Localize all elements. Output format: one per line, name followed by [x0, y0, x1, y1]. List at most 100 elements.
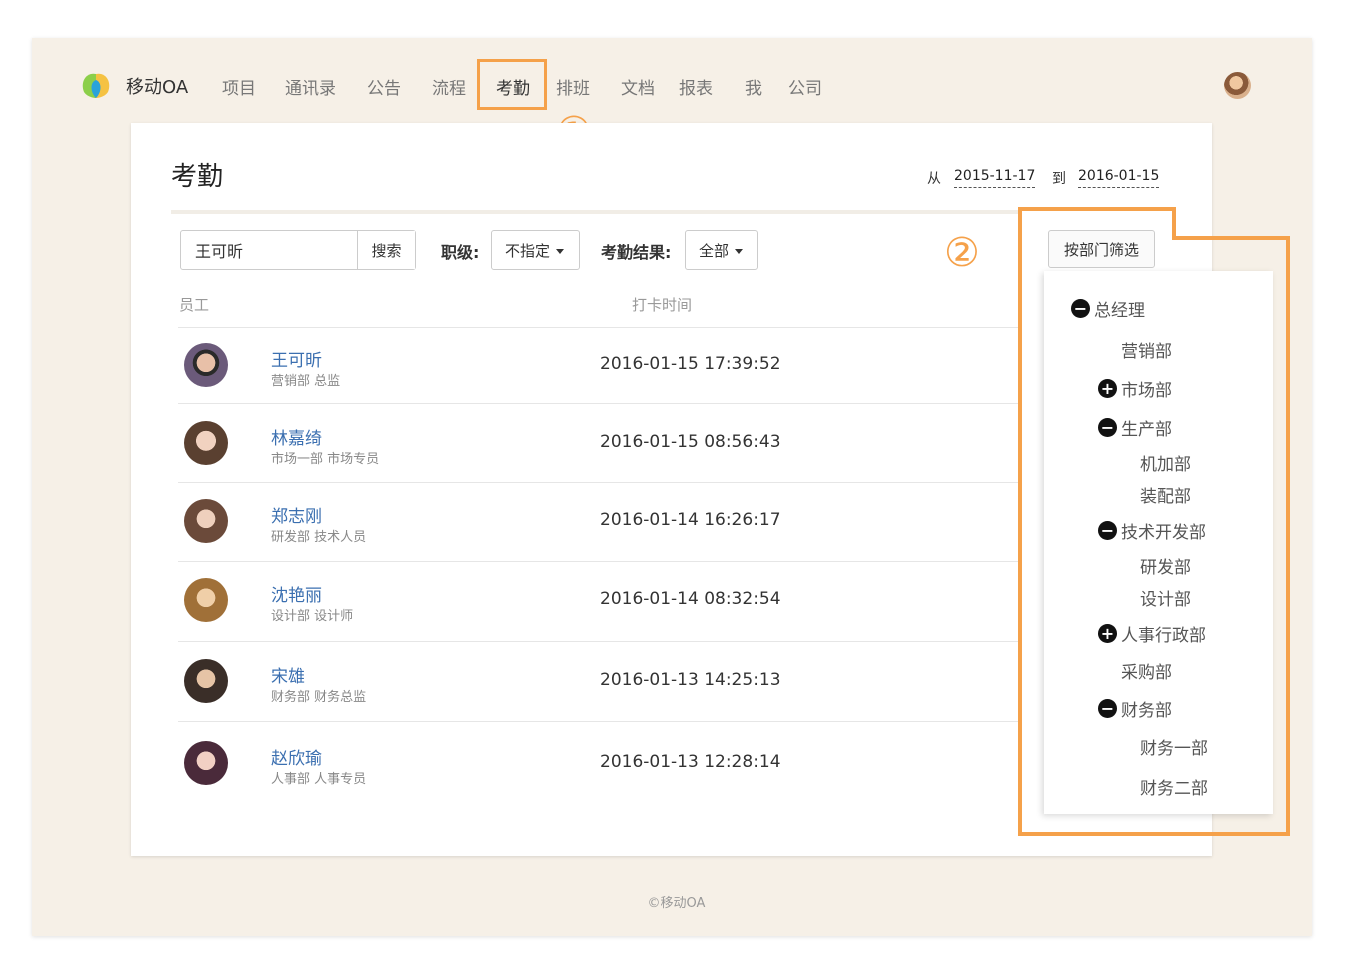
result-dropdown[interactable]: 全部	[685, 230, 758, 270]
dept-tree-label: 机加部	[1140, 455, 1191, 475]
dept-tree-item[interactable]: − 技术开发部	[1098, 518, 1206, 543]
clock-time: 2016-01-15 08:56:43	[600, 432, 781, 452]
search-button[interactable]: 搜索	[357, 231, 415, 269]
dept-tree-item[interactable]: + 市场部	[1098, 376, 1172, 401]
dept-tree-label: 财务一部	[1140, 739, 1208, 759]
dept-tree-label: 财务部	[1121, 701, 1172, 721]
employee-avatar	[184, 659, 228, 703]
clock-time: 2016-01-14 08:32:54	[600, 589, 781, 609]
search-group: 搜索	[180, 230, 416, 270]
employee-avatar	[184, 741, 228, 785]
dept-tree-label: 研发部	[1140, 558, 1191, 578]
employee-name[interactable]: 郑志刚	[271, 502, 322, 527]
row-divider	[178, 403, 1020, 404]
collapse-minus-icon[interactable]: −	[1098, 521, 1117, 540]
header-divider	[178, 327, 1020, 328]
date-to-label: 到	[1052, 171, 1066, 187]
employee-dept-title: 研发部 技术人员	[271, 530, 367, 545]
collapse-minus-icon[interactable]: −	[1098, 418, 1117, 437]
dept-tree-item[interactable]: 财务二部	[1140, 774, 1208, 799]
employee-dept-title: 营销部 总监	[271, 374, 341, 389]
dept-tree-label: 生产部	[1121, 420, 1172, 440]
column-header-clock-time: 打卡时间	[632, 296, 693, 314]
employee-dept-title: 财务部 财务总监	[271, 690, 367, 705]
employee-avatar	[184, 578, 228, 622]
dept-tree-label: 营销部	[1121, 342, 1172, 362]
employee-name[interactable]: 林嘉绮	[271, 424, 322, 449]
dept-tree-item[interactable]: 装配部	[1140, 482, 1191, 507]
employee-avatar	[184, 343, 228, 387]
expand-plus-icon[interactable]: +	[1098, 379, 1117, 398]
page-title: 考勤	[171, 162, 224, 192]
employee-dept-title: 市场一部 市场专员	[271, 452, 380, 467]
title-divider	[171, 210, 1020, 214]
dept-tree-label: 市场部	[1121, 381, 1172, 401]
user-avatar[interactable]	[1224, 72, 1251, 99]
level-label: 职级:	[441, 243, 480, 262]
employee-dept-title: 人事部 人事专员	[271, 772, 367, 787]
row-divider	[178, 561, 1020, 562]
nav-item-projects[interactable]: 项目	[222, 74, 256, 99]
expand-plus-icon[interactable]: +	[1098, 624, 1117, 643]
dept-tree-item[interactable]: + 人事行政部	[1098, 621, 1206, 646]
nav-item-announcements[interactable]: 公告	[367, 74, 401, 99]
nav-item-schedule[interactable]: 排班	[556, 74, 590, 99]
clock-time: 2016-01-13 12:28:14	[600, 752, 781, 772]
dept-tree-item[interactable]: − 财务部	[1098, 696, 1172, 721]
collapse-minus-icon[interactable]: −	[1098, 699, 1117, 718]
employee-name[interactable]: 赵欣瑜	[271, 744, 322, 769]
nav-item-me[interactable]: 我	[745, 74, 762, 99]
dept-tree-item[interactable]: 营销部	[1121, 337, 1172, 362]
row-divider	[178, 641, 1020, 642]
annotation-two: ②	[944, 230, 980, 276]
employee-name[interactable]: 宋雄	[271, 662, 305, 687]
row-divider	[178, 482, 1020, 483]
employee-avatar	[184, 499, 228, 543]
employee-avatar	[184, 421, 228, 465]
dept-tree-label: 技术开发部	[1121, 523, 1206, 543]
clock-time: 2016-01-13 14:25:13	[600, 670, 781, 690]
nav-item-workflow[interactable]: 流程	[432, 74, 466, 99]
clock-time: 2016-01-14 16:26:17	[600, 510, 781, 530]
collapse-minus-icon[interactable]: −	[1071, 299, 1090, 318]
result-label: 考勤结果:	[601, 243, 672, 262]
row-divider	[178, 721, 1020, 722]
brand-name[interactable]: 移动OA	[126, 73, 188, 99]
date-from-field[interactable]: 2015-11-17	[954, 168, 1036, 188]
dept-tree-label: 采购部	[1121, 663, 1172, 683]
dept-tree-item[interactable]: − 生产部	[1098, 415, 1172, 440]
dept-tree-label: 设计部	[1140, 590, 1191, 610]
nav-item-reports[interactable]: 报表	[679, 74, 713, 99]
search-input[interactable]	[181, 231, 357, 269]
filter-by-dept-button[interactable]: 按部门筛选	[1048, 230, 1155, 268]
date-to-field[interactable]: 2016-01-15	[1078, 168, 1160, 188]
employee-dept-title: 设计部 设计师	[271, 609, 354, 624]
level-dropdown-value: 不指定	[505, 241, 551, 260]
dept-tree-item[interactable]: 机加部	[1140, 450, 1191, 475]
dept-tree-label: 人事行政部	[1121, 626, 1206, 646]
clock-time: 2016-01-15 17:39:52	[600, 354, 781, 374]
result-dropdown-value: 全部	[699, 241, 730, 260]
employee-name[interactable]: 王可昕	[271, 346, 322, 371]
caret-down-icon	[735, 248, 744, 254]
column-header-employee: 员工	[179, 296, 210, 314]
date-from-label: 从	[927, 171, 941, 187]
nav-item-company[interactable]: 公司	[788, 74, 822, 99]
dept-tree-label: 总经理	[1094, 301, 1145, 321]
footer-copyright: ©移动OA	[647, 896, 706, 911]
level-dropdown[interactable]: 不指定	[491, 230, 580, 270]
dept-tree-item[interactable]: 财务一部	[1140, 734, 1208, 759]
employee-name[interactable]: 沈艳丽	[271, 581, 322, 606]
dept-tree-item[interactable]: 采购部	[1121, 658, 1172, 683]
nav-item-attendance[interactable]: 考勤	[496, 74, 530, 99]
caret-down-icon	[556, 248, 565, 254]
dept-tree-item[interactable]: 研发部	[1140, 553, 1191, 578]
dept-tree-label: 装配部	[1140, 487, 1191, 507]
annotation-highlight-step	[1172, 207, 1176, 240]
dept-tree-item[interactable]: 设计部	[1140, 585, 1191, 610]
nav-item-contacts[interactable]: 通讯录	[285, 74, 336, 99]
nav-item-documents[interactable]: 文档	[621, 74, 655, 99]
dept-tree-item[interactable]: − 总经理	[1071, 296, 1145, 321]
dept-tree-label: 财务二部	[1140, 779, 1208, 799]
logo-icon	[82, 73, 110, 98]
